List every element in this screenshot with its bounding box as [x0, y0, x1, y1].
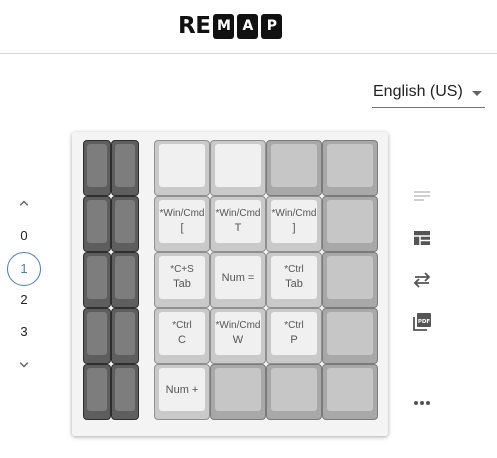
keyboard-layout: *Win/Cmd [ *Win/Cmd T *Win/Cmd] *C+S Tab Num = *…	[72, 132, 388, 436]
key-dark[interactable]	[83, 364, 111, 420]
key-r3-c3[interactable]	[322, 308, 378, 364]
key-dark[interactable]	[83, 252, 111, 308]
key-modifier-label: *Ctrl	[172, 320, 192, 331]
app-header: R E M A P	[0, 0, 497, 54]
key-label: ]	[292, 222, 296, 234]
language-value: English (US)	[373, 83, 463, 100]
key-label: Tab	[173, 278, 191, 290]
key-r4-c3[interactable]	[322, 364, 378, 420]
notes-icon[interactable]	[411, 185, 433, 207]
key-dark[interactable]	[111, 364, 139, 420]
key-r4-c2[interactable]	[266, 364, 322, 420]
pdf-icon[interactable]: PDF	[411, 311, 433, 333]
logo-letter: R	[178, 13, 196, 39]
key-cap	[215, 368, 261, 411]
key-dark[interactable]	[111, 308, 139, 364]
layout-icon[interactable]	[411, 227, 433, 249]
key-label: P	[290, 334, 298, 346]
key-label: Num +	[165, 383, 199, 396]
key-r3-c1[interactable]: *Win/Cmd W	[210, 308, 266, 364]
logo-letter-box: M	[213, 13, 235, 39]
key-modifier-label: *C+S	[170, 264, 194, 275]
key-modifier-label: *Win/Cmd	[215, 208, 261, 219]
key-r2-c2[interactable]: *Ctrl Tab	[266, 252, 322, 308]
key-cap: *Ctrl P	[271, 312, 317, 355]
key-r3-c0[interactable]: *Ctrl C	[154, 308, 210, 364]
key-cap	[327, 200, 373, 243]
key-label: W	[232, 334, 244, 346]
chevron-down-icon[interactable]	[15, 356, 33, 374]
key-dark[interactable]	[111, 252, 139, 308]
key-r4-c1[interactable]	[210, 364, 266, 420]
key-cap: *Win/Cmd W	[215, 312, 261, 355]
key-r1-c3[interactable]	[322, 196, 378, 252]
key-cap	[327, 144, 373, 187]
key-r1-c1[interactable]: *Win/Cmd T	[210, 196, 266, 252]
layer-item-3[interactable]: 3	[6, 324, 42, 340]
logo-letter: E	[195, 13, 211, 39]
key-cap	[271, 368, 317, 411]
key-cap: *Win/Cmd T	[215, 200, 261, 243]
key-dark[interactable]	[83, 140, 111, 196]
key-r1-c0[interactable]: *Win/Cmd [	[154, 196, 210, 252]
key-r2-c0[interactable]: *C+S Tab	[154, 252, 210, 308]
key-modifier-label: *Ctrl	[284, 264, 304, 275]
key-dark[interactable]	[111, 196, 139, 252]
key-label: [	[180, 222, 184, 234]
key-cap: Num =	[215, 256, 261, 299]
dropdown-arrow-icon	[472, 91, 482, 96]
key-modifier-label: *Win/Cmd	[215, 320, 261, 331]
layer-item-1[interactable]: 1	[7, 252, 41, 286]
logo-letter-box: P	[261, 13, 283, 39]
remap-logo[interactable]: R E M A P	[178, 13, 283, 39]
key-r0-c0[interactable]	[154, 140, 210, 196]
key-label: C	[178, 334, 186, 346]
key-cap: Num +	[159, 368, 205, 411]
layer-item-2[interactable]: 2	[6, 292, 42, 308]
key-r2-c1[interactable]: Num =	[210, 252, 266, 308]
key-modifier-label: *Win/Cmd	[271, 208, 317, 219]
key-r4-c0[interactable]: Num +	[154, 364, 210, 420]
key-label: Tab	[285, 278, 303, 290]
key-cap	[215, 144, 261, 187]
key-r1-c2[interactable]: *Win/Cmd]	[266, 196, 322, 252]
key-cap	[327, 368, 373, 411]
layer-item-0[interactable]: 0	[6, 228, 42, 244]
key-r0-c1[interactable]	[210, 140, 266, 196]
key-cap: *Ctrl C	[159, 312, 205, 355]
key-cap: *C+S Tab	[159, 256, 205, 299]
more-icon[interactable]	[411, 392, 433, 414]
key-r2-c3[interactable]	[322, 252, 378, 308]
key-label: Num =	[221, 271, 255, 284]
chevron-up-icon[interactable]	[15, 194, 33, 212]
key-dark[interactable]	[111, 140, 139, 196]
key-dark[interactable]	[83, 308, 111, 364]
key-dark[interactable]	[83, 196, 111, 252]
key-label: T	[234, 222, 242, 234]
key-cap: *Win/Cmd]	[271, 200, 317, 243]
key-cap	[159, 144, 205, 187]
key-r3-c2[interactable]: *Ctrl P	[266, 308, 322, 364]
key-r0-c2[interactable]	[266, 140, 322, 196]
svg-text:PDF: PDF	[418, 319, 431, 325]
key-cap	[327, 256, 373, 299]
swap-icon[interactable]	[411, 269, 433, 291]
key-modifier-label: *Win/Cmd	[159, 208, 205, 219]
key-modifier-label: *Ctrl	[284, 320, 304, 331]
key-cap: *Ctrl Tab	[271, 256, 317, 299]
key-cap	[271, 144, 317, 187]
key-r0-c3[interactable]	[322, 140, 378, 196]
key-cap: *Win/Cmd [	[159, 200, 205, 243]
logo-letter-box: A	[237, 13, 259, 39]
language-select[interactable]: English (US)	[372, 80, 485, 108]
key-cap	[327, 312, 373, 355]
